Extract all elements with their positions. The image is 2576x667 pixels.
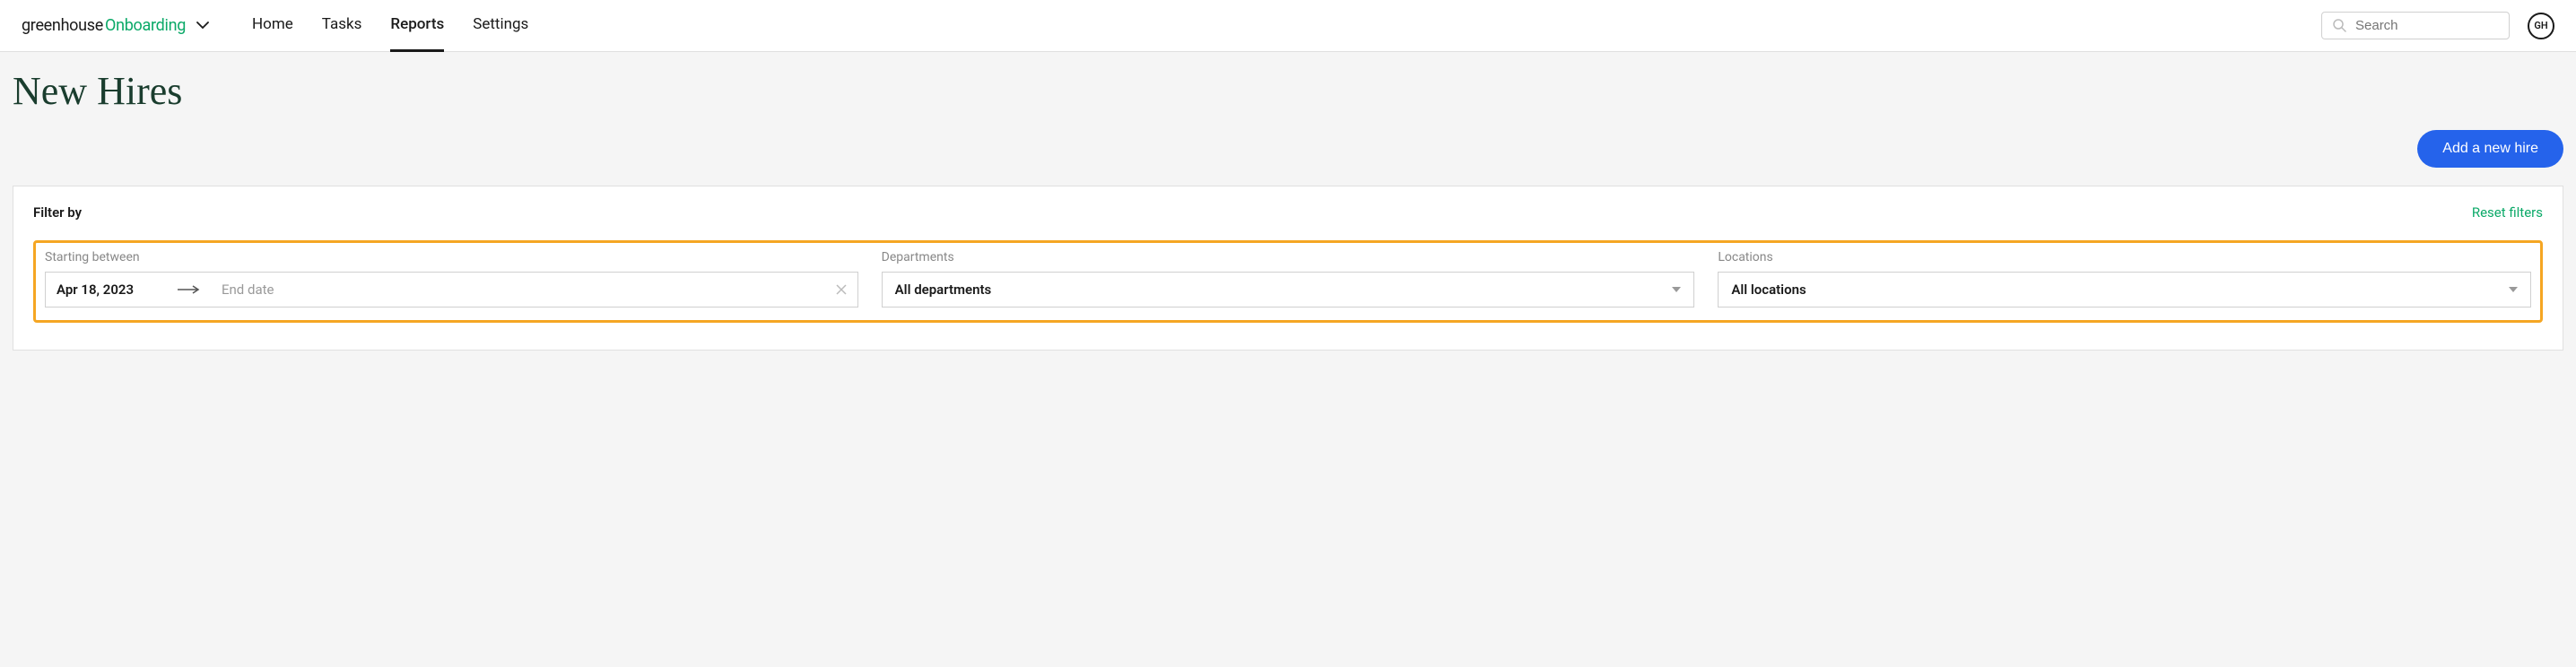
nav-home[interactable]: Home [252, 0, 293, 52]
starting-between-label: Starting between [45, 250, 858, 264]
locations-select[interactable]: All locations [1718, 272, 2531, 308]
filter-row-highlighted: Starting between Apr 18, 2023 End date [33, 240, 2543, 323]
start-date-value: Apr 18, 2023 [57, 282, 155, 298]
filter-departments: Departments All departments [882, 250, 1695, 308]
locations-value: All locations [1731, 282, 1806, 298]
arrow-right-icon [177, 285, 200, 294]
locations-label: Locations [1718, 250, 2531, 264]
caret-down-icon [1672, 287, 1681, 292]
departments-value: All departments [895, 282, 992, 298]
filter-header: Filter by Reset filters [33, 204, 2543, 221]
avatar[interactable]: GH [2528, 13, 2554, 39]
avatar-initials: GH [2534, 20, 2547, 31]
search-box[interactable] [2321, 12, 2510, 39]
action-row: Add a new hire [0, 130, 2576, 186]
search-icon [2333, 19, 2346, 32]
date-range-input[interactable]: Apr 18, 2023 End date [45, 272, 858, 308]
filter-panel: Filter by Reset filters Starting between… [13, 186, 2563, 351]
search-input[interactable] [2355, 18, 2498, 33]
chevron-down-icon[interactable] [196, 22, 209, 30]
add-new-hire-button[interactable]: Add a new hire [2417, 130, 2563, 168]
nav-tasks[interactable]: Tasks [322, 0, 362, 52]
close-icon[interactable] [836, 284, 847, 295]
page-title: New Hires [13, 68, 2563, 114]
nav-items: Home Tasks Reports Settings [252, 0, 2321, 52]
top-nav: greenhouse Onboarding Home Tasks Reports… [0, 0, 2576, 52]
filter-starting-between: Starting between Apr 18, 2023 End date [45, 250, 858, 308]
reset-filters-link[interactable]: Reset filters [2472, 204, 2543, 221]
caret-down-icon [2509, 287, 2518, 292]
departments-select[interactable]: All departments [882, 272, 1695, 308]
filter-locations: Locations All locations [1718, 250, 2531, 308]
logo-onboarding-text: Onboarding [105, 16, 186, 35]
filter-by-label: Filter by [33, 204, 82, 221]
departments-label: Departments [882, 250, 1695, 264]
page-header: New Hires [0, 52, 2576, 130]
nav-settings[interactable]: Settings [473, 0, 528, 52]
nav-reports[interactable]: Reports [390, 0, 444, 52]
logo[interactable]: greenhouse Onboarding [22, 16, 209, 35]
end-date-placeholder[interactable]: End date [222, 282, 836, 298]
logo-greenhouse-text: greenhouse [22, 16, 103, 35]
